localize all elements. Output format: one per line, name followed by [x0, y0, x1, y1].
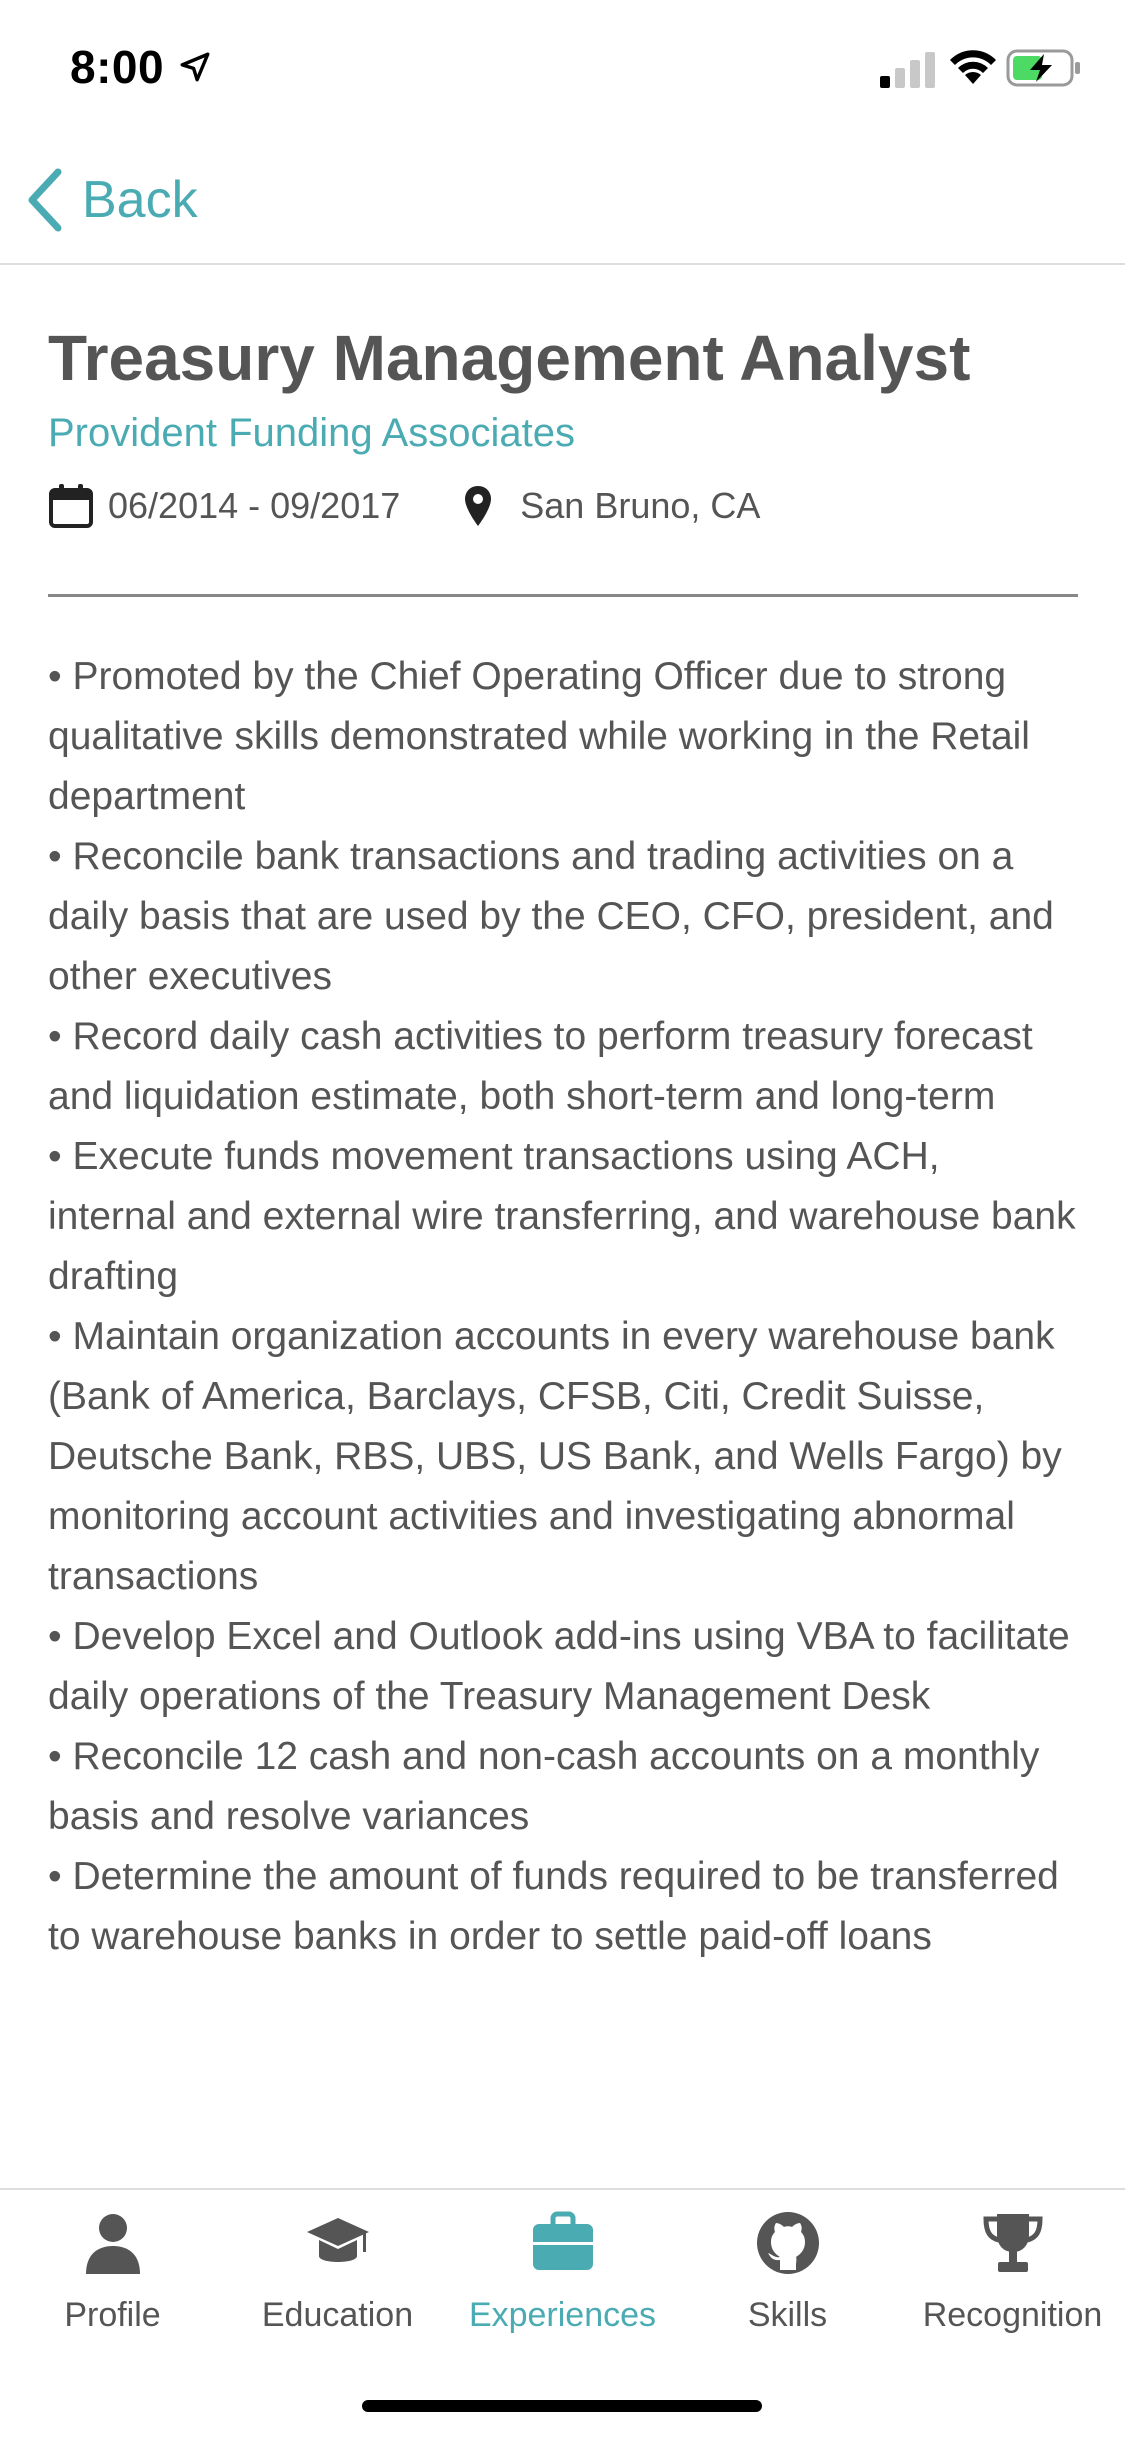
back-label: Back [82, 171, 198, 229]
location: San Bruno, CA [520, 485, 761, 526]
tab-experiences[interactable]: Experiences [450, 2210, 675, 2360]
tab-label: Profile [64, 2296, 161, 2334]
responsibility-item: • Determine the amount of funds required… [48, 1855, 1059, 1958]
company-name: Provident Funding Associates [48, 411, 575, 455]
tab-label: Skills [747, 2296, 828, 2334]
tab-profile[interactable]: Profile [0, 2210, 225, 2360]
date-range: 06/2014 - 09/2017 [108, 485, 401, 526]
location-arrow-icon [180, 52, 210, 82]
responsibility-item: • Execute funds movement transactions us… [48, 1135, 1076, 1298]
tab-education[interactable]: Education [225, 2210, 450, 2360]
tab-label: Experiences [468, 2296, 657, 2334]
responsibility-item: • Reconcile 12 cash and non-cash account… [48, 1735, 1040, 1838]
tab-label: Recognition [922, 2296, 1103, 2334]
tab-label: Education [261, 2296, 414, 2334]
person-icon [85, 2214, 140, 2274]
responsibility-item: • Promoted by the Chief Operating Office… [48, 655, 1030, 818]
responsibility-item: • Record daily cash activities to perfor… [48, 1015, 1033, 1118]
status-time: 8:00 [70, 41, 165, 93]
tab-recognition[interactable]: Recognition [900, 2210, 1125, 2360]
calendar-icon [49, 484, 93, 528]
job-meta: 06/2014 - 09/2017 San Bruno, CA [48, 478, 1078, 534]
tab-bar: Profile Education Experiences Skills Rec… [0, 2188, 1125, 2438]
cellular-signal-icon [880, 52, 935, 88]
tab-skills[interactable]: Skills [675, 2210, 900, 2360]
home-indicator [362, 2400, 762, 2412]
responsibility-item: • Develop Excel and Outlook add-ins usin… [48, 1615, 1070, 1718]
chevron-left-icon [28, 168, 62, 232]
back-button[interactable]: Back [24, 165, 198, 235]
location-pin-icon [465, 486, 492, 526]
github-icon [756, 2212, 819, 2274]
navigation-bar: Back [0, 135, 1125, 265]
status-bar: 8:00 [0, 0, 1125, 135]
responsibilities-list: • Promoted by the Chief Operating Office… [48, 647, 1078, 1967]
job-title: Treasury Management Analyst [48, 322, 971, 394]
experience-detail: Treasury Management Analyst Provident Fu… [48, 263, 1078, 1967]
responsibility-item: • Maintain organization accounts in ever… [48, 1315, 1062, 1598]
graduation-cap-icon [306, 2218, 369, 2262]
battery-charging-icon [1006, 49, 1080, 87]
wifi-icon [950, 50, 996, 84]
divider [48, 594, 1078, 597]
responsibility-item: • Reconcile bank transactions and tradin… [48, 835, 1054, 998]
trophy-icon [982, 2214, 1043, 2272]
briefcase-icon [532, 2211, 593, 2270]
